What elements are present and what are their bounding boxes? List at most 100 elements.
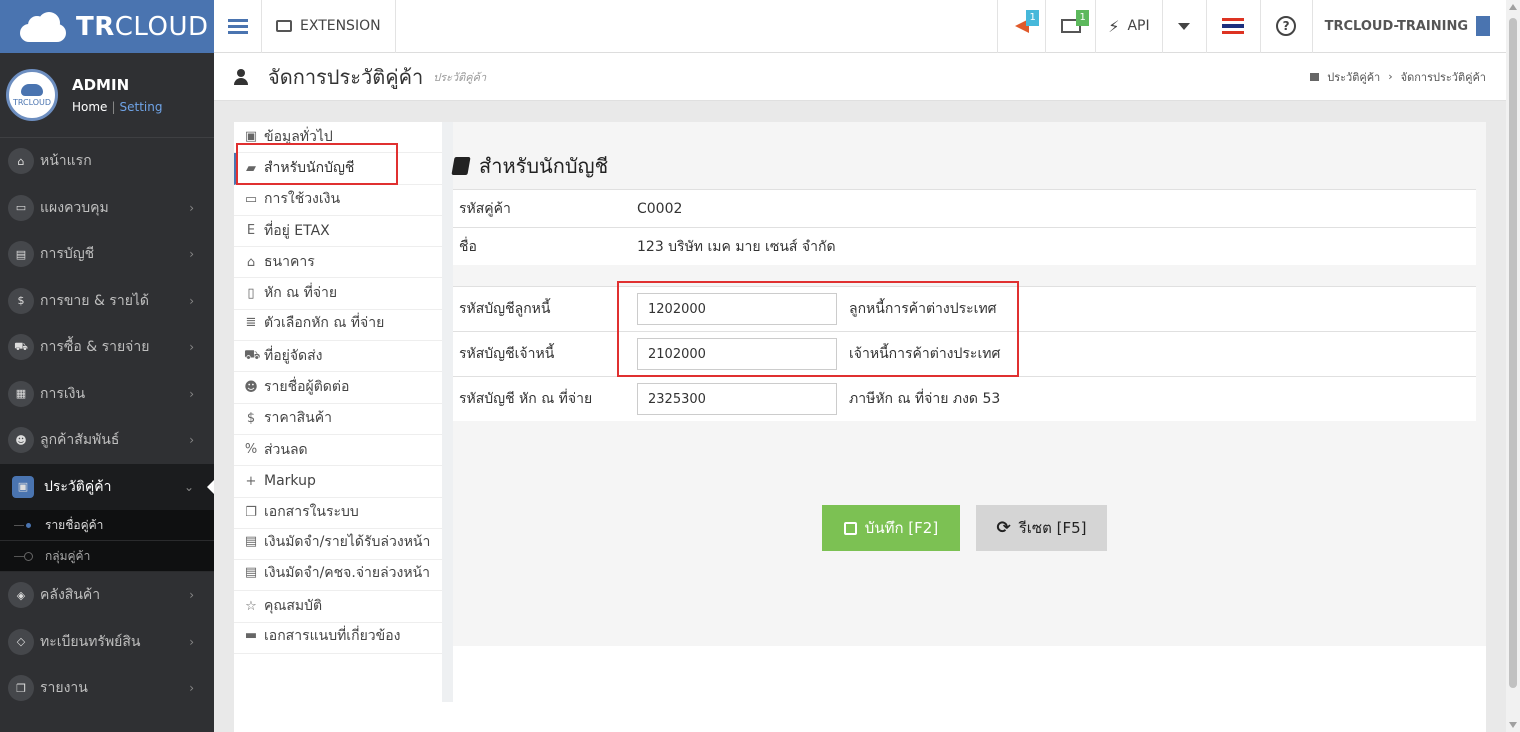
sidebar-item-label: การเงิน	[40, 385, 86, 402]
extension-label: EXTENSION	[300, 18, 381, 34]
list-icon: ≣	[245, 314, 257, 330]
app-logo[interactable]: TRCLOUD	[0, 0, 214, 53]
withholding-account-input[interactable]	[637, 383, 837, 415]
reset-button[interactable]: ⟳ รีเซต [F5]	[976, 505, 1107, 551]
messages-button[interactable]: 1	[1045, 0, 1095, 53]
tab-label: ส่วนลด	[264, 441, 308, 458]
refresh-icon: ⟳	[996, 518, 1011, 538]
sidebar: TRCLOUD ADMIN Home | Setting ⌂ หน้าแรก ▭ แผงค…	[0, 53, 214, 732]
sidebar-item-label: ทะเบียนทรัพย์สิน	[40, 633, 141, 650]
file-text-icon: ▤	[244, 533, 258, 549]
sidebar-item[interactable]: ❐ รายงาน ›	[0, 665, 214, 712]
menu-toggle-button[interactable]	[214, 0, 262, 53]
monitor-icon	[276, 20, 292, 32]
tab-item[interactable]: ⌂ ธนาคาร	[234, 247, 442, 279]
tab-item[interactable]: ▭ การใช้วงเงิน	[234, 185, 442, 216]
tab-label: รายชื่อผู้ติดต่อ	[264, 379, 350, 396]
tab-label: เอกสารแนบที่เกี่ยวข้อง	[264, 627, 401, 644]
sidebar-subitem-contact-group[interactable]: กลุ่มคู่ค้า	[0, 541, 214, 572]
user-panel: TRCLOUD ADMIN Home | Setting	[0, 53, 214, 138]
tab-label: หัก ณ ที่จ่าย	[264, 285, 338, 302]
notifications-button[interactable]: 1	[997, 0, 1045, 53]
extension-button[interactable]: EXTENSION	[262, 0, 396, 53]
sidebar-item[interactable]: ▤ การบัญชี ›	[0, 231, 214, 278]
cloud-icon	[20, 11, 66, 42]
tab-item[interactable]: % ส่วนลด	[234, 435, 442, 467]
cart-icon: ⛟	[8, 334, 34, 361]
scroll-down-icon[interactable]	[1509, 722, 1517, 728]
breadcrumb-separator: ›	[1388, 70, 1393, 83]
avatar[interactable]: TRCLOUD	[6, 69, 58, 121]
tab-item[interactable]: ▤ เงินมัดจำ/คชจ.จ่ายล่วงหน้า	[234, 560, 442, 592]
tab-item[interactable]: ▯ หัก ณ ที่จ่าย	[234, 278, 442, 310]
sidebar-item-label: การบัญชี	[40, 246, 95, 263]
tab-item[interactable]: E ที่อยู่ ETAX	[234, 216, 442, 248]
breadcrumb-item[interactable]: ประวัติคู่ค้า	[1327, 68, 1380, 86]
tab-item[interactable]: ⛟ ที่อยู่จัดส่ง	[234, 341, 442, 373]
etax-icon: E	[246, 223, 256, 239]
api-label: API	[1127, 18, 1150, 34]
sidebar-item-label: หน้าแรก	[40, 153, 92, 170]
messages-badge: 1	[1076, 9, 1090, 26]
tab-item[interactable]: ▰ สำหรับนักบัญชี	[234, 153, 442, 185]
chevron-right-icon: ›	[189, 386, 194, 401]
tab-item[interactable]: ▤ เงินมัดจำ/รายได้รับล่วงหน้า	[234, 529, 442, 561]
sidebar-item[interactable]: ▦ การเงิน ›	[0, 371, 214, 418]
home-icon[interactable]	[1310, 72, 1320, 81]
api-button[interactable]: ⚡ API	[1095, 0, 1161, 53]
tab-item[interactable]: ❐ เอกสารในระบบ	[234, 498, 442, 529]
save-button[interactable]: บันทึก [F2]	[822, 505, 960, 551]
page-subtitle: ประวัติคู่ค้า	[433, 70, 487, 84]
tab-item[interactable]: ☆ คุณสมบัติ	[234, 591, 442, 623]
table-row: รหัสบัญชีเจ้าหนี้ เจ้าหนี้การค้าต่างประเ…	[453, 331, 1476, 376]
tab-item[interactable]: + Markup	[234, 466, 442, 498]
sidebar-item[interactable]: ◇ ทะเบียนทรัพย์สิน ›	[0, 619, 214, 666]
calendar-icon: ▦	[8, 380, 34, 407]
table-row: รหัสบัญชี หัก ณ ที่จ่าย ภาษีหัก ณ ที่จ่า…	[453, 376, 1476, 421]
home-link[interactable]: Home	[72, 100, 107, 114]
scroll-up-icon[interactable]	[1509, 4, 1517, 10]
receivable-account-input[interactable]	[637, 293, 837, 325]
sidebar-item[interactable]: ☻ ลูกค้าสัมพันธ์ ›	[0, 417, 214, 464]
user-name: ADMIN	[72, 76, 130, 94]
dropdown-button[interactable]	[1161, 0, 1206, 53]
scroll-thumb[interactable]	[1509, 18, 1517, 688]
tab-item[interactable]: $ ราคาสินค้า	[234, 404, 442, 435]
tab-label: คุณสมบัติ	[264, 598, 323, 615]
tab-item[interactable]: ▣ ข้อมูลทั่วไป	[234, 122, 442, 154]
chevron-right-icon: ›	[189, 588, 194, 603]
sidebar-subitem-contact-list[interactable]: รายชื่อคู่ค้า	[0, 510, 214, 541]
tab-list: ▣ ข้อมูลทั่วไป ▰ สำหรับนักบัญชี ▭ การใช้วงเงิ…	[234, 122, 442, 655]
brand-name: TRCLOUD	[76, 11, 209, 42]
sidebar-item-contacts[interactable]: ▣ ประวัติคู่ค้า ⌄	[0, 463, 214, 510]
sidebar-item-label: การซื้อ & รายจ่าย	[40, 339, 150, 356]
language-button[interactable]	[1205, 0, 1260, 53]
setting-link[interactable]: Setting	[119, 100, 162, 114]
help-button[interactable]: ?	[1259, 0, 1312, 53]
monitor-icon: ▭	[8, 194, 34, 221]
percent-icon: %	[244, 442, 258, 458]
tab-item[interactable]: ▬ เอกสารแนบที่เกี่ยวข้อง	[234, 623, 442, 655]
tab-label: เงินมัดจำ/รายได้รับล่วงหน้า	[264, 533, 431, 550]
sidebar-item[interactable]: $ การขาย & รายได้ ›	[0, 278, 214, 325]
sidebar-item[interactable]: ⌂ หน้าแรก	[0, 138, 214, 185]
tab-label: ข้อมูลทั่วไป	[264, 128, 333, 145]
tab-item[interactable]: ≣ ตัวเลือกหัก ณ ที่จ่าย	[234, 310, 442, 342]
payable-account-input[interactable]	[637, 338, 837, 370]
tab-item[interactable]: ☻ รายชื่อผู้ติดต่อ	[234, 372, 442, 404]
diamond-icon: ◇	[8, 628, 34, 655]
caret-down-icon	[1178, 22, 1191, 30]
panel-title: สำหรับนักบัญชี	[451, 150, 608, 182]
account-codes-table: รหัสบัญชีลูกหนี้ ลูกหนี้การค้าต่างประเทศ…	[453, 286, 1476, 421]
hamburger-icon	[227, 16, 248, 37]
chevron-right-icon: ›	[189, 340, 194, 355]
page-scrollbar[interactable]	[1506, 0, 1520, 732]
sidebar-item[interactable]: ◈ คลังสินค้า ›	[0, 572, 214, 619]
sidebar-item[interactable]: ▭ แผงควบคุม ›	[0, 185, 214, 232]
sidebar-item[interactable]: ⛟ การซื้อ & รายจ่าย ›	[0, 324, 214, 371]
receivable-account-desc: ลูกหนี้การค้าต่างประเทศ	[849, 301, 997, 317]
plus-icon: +	[245, 473, 257, 489]
tab-label: ธนาคาร	[264, 253, 315, 270]
company-switcher[interactable]: TRCLOUD-TRAINING	[1311, 0, 1506, 53]
chevron-down-icon: ⌄	[183, 479, 194, 494]
